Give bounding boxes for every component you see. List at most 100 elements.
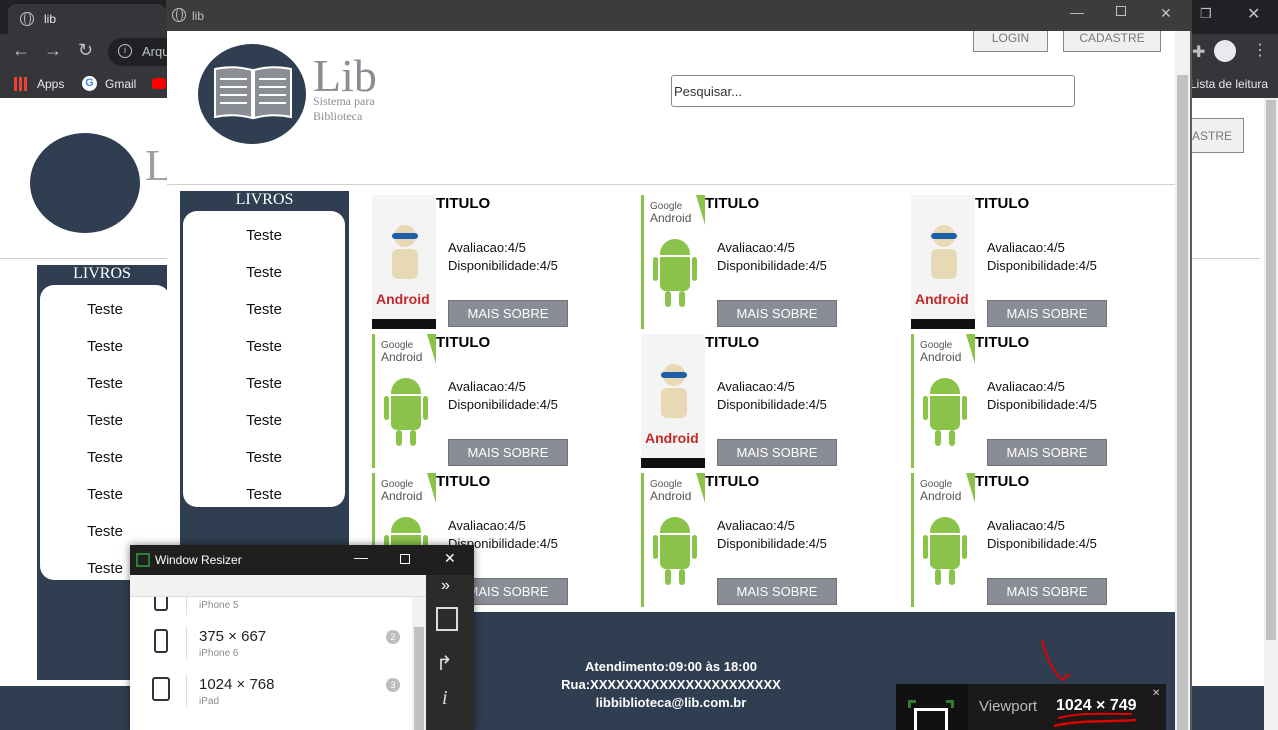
more-info-button[interactable]: MAIS SOBRE (717, 300, 837, 327)
background-sidebar-item[interactable]: Teste (40, 338, 170, 355)
book-title[interactable]: TITULO (975, 334, 1029, 351)
foreground-window-titlebar[interactable]: lib — ✕ (166, 0, 1192, 31)
resizer-scrollbar[interactable] (412, 597, 426, 730)
background-sidebar-item[interactable]: Teste (40, 449, 170, 466)
book-cover-image[interactable]: Android (372, 195, 436, 329)
profile-avatar[interactable] (1214, 40, 1236, 62)
row-divider (186, 597, 187, 615)
more-info-button[interactable]: MAIS SOBRE (987, 300, 1107, 327)
minimize-icon[interactable]: — (1070, 4, 1084, 20)
row-divider (186, 627, 187, 659)
more-info-button[interactable]: MAIS SOBRE (717, 439, 837, 466)
book-title[interactable]: TITULO (705, 473, 759, 490)
cover-android-text: Android (645, 430, 699, 446)
window-resizer-title: Window Resizer (155, 553, 242, 567)
book-availability: Disponibilidade:4/5 (448, 258, 558, 273)
book-cover-image[interactable]: Google Android (641, 473, 705, 607)
bookmark-gmail[interactable]: Gmail (105, 77, 136, 91)
book-title[interactable]: TITULO (436, 195, 490, 212)
red-annotation (1041, 639, 1137, 728)
book-rating: Avaliacao:4/5 (987, 379, 1065, 394)
screen-icon (914, 708, 948, 730)
preset-badge-2: 2 (386, 630, 400, 644)
book-title[interactable]: TITULO (436, 473, 490, 490)
book-rating: Avaliacao:4/5 (448, 518, 526, 533)
book-cover-image[interactable]: Google Android (911, 334, 975, 468)
background-sidebar-list: Teste Teste Teste Teste Teste Teste Test… (40, 285, 170, 580)
row-divider (186, 675, 187, 707)
close-window-icon[interactable]: ✕ (1247, 4, 1260, 24)
book-rating: Avaliacao:4/5 (717, 240, 795, 255)
book-title[interactable]: TITULO (705, 195, 759, 212)
background-sidebar-item[interactable]: Teste (40, 375, 170, 392)
cover-android-text: Android (915, 291, 969, 307)
book-rating: Avaliacao:4/5 (987, 518, 1065, 533)
preset-size-2[interactable]: 375 × 667 (199, 628, 266, 645)
info-icon[interactable]: i (118, 44, 132, 58)
youtube-icon[interactable] (152, 78, 166, 89)
address-bar[interactable]: i Arqu (108, 38, 169, 66)
maximize-icon[interactable] (1116, 6, 1126, 16)
foreground-tab-title: lib (192, 9, 205, 23)
background-sidebar-item[interactable]: Teste (40, 523, 170, 540)
book-availability: Disponibilidade:4/5 (987, 397, 1097, 412)
menu-kebab-icon[interactable]: ⋮ (1252, 40, 1268, 60)
book-title[interactable]: TITULO (975, 473, 1029, 490)
background-scrollbar-thumb[interactable] (1266, 100, 1276, 640)
preset-device-2[interactable]: iPhone 6 (199, 648, 238, 659)
rotate-viewport-icon[interactable] (436, 607, 458, 631)
book-cover-image[interactable]: Android (641, 334, 705, 468)
window-resizer-titlebar[interactable]: Window Resizer — ✕ (130, 545, 474, 575)
more-info-button[interactable]: MAIS SOBRE (448, 300, 568, 327)
forward-icon[interactable]: → (44, 40, 62, 61)
more-info-button[interactable]: MAIS SOBRE (717, 578, 837, 605)
book-cover-image[interactable]: Android (911, 195, 975, 329)
expand-chevrons-icon[interactable]: » (441, 577, 450, 595)
book-rating: Avaliacao:4/5 (448, 240, 526, 255)
reading-list-link[interactable]: Lista de leitura (1190, 77, 1268, 91)
viewport-label: Viewport (979, 698, 1038, 715)
close-icon[interactable]: ✕ (444, 550, 456, 567)
book-availability: Disponibilidade:4/5 (717, 397, 827, 412)
foreground-scrollbar-thumb[interactable] (1177, 75, 1188, 730)
maximize-icon[interactable] (400, 554, 410, 564)
extensions-icon[interactable]: ✚ (1192, 42, 1205, 62)
more-info-button[interactable]: MAIS SOBRE (448, 439, 568, 466)
more-info-button[interactable]: MAIS SOBRE (987, 578, 1107, 605)
book-cover-image[interactable]: Google Android (641, 195, 705, 329)
cover-android-text: Android (376, 291, 430, 307)
preset-device-3[interactable]: iPad (199, 696, 219, 707)
close-icon[interactable]: ✕ (1152, 688, 1160, 699)
info-icon[interactable]: i (442, 687, 448, 710)
preset-size-3[interactable]: 1024 × 768 (199, 676, 275, 693)
book-title[interactable]: TITULO (975, 195, 1029, 212)
background-browser-tab[interactable]: lib (8, 4, 166, 34)
book-cover-image[interactable]: Google Android (911, 473, 975, 607)
book-title[interactable]: TITULO (436, 334, 490, 351)
minimize-icon[interactable]: — (354, 549, 368, 565)
cover-android-title: Android (381, 350, 423, 364)
book-cover-image[interactable]: Google Android (372, 334, 436, 468)
background-sidebar-item[interactable]: Teste (40, 486, 170, 503)
book-availability: Disponibilidade:4/5 (717, 536, 827, 551)
resizer-header-strip (130, 575, 426, 597)
book-rating: Avaliacao:4/5 (448, 379, 526, 394)
close-icon[interactable]: ✕ (1160, 5, 1172, 22)
book-availability: Disponibilidade:4/5 (987, 258, 1097, 273)
more-info-button[interactable]: MAIS SOBRE (987, 439, 1107, 466)
book-title[interactable]: TITULO (705, 334, 759, 351)
bookmark-apps[interactable]: Apps (37, 77, 64, 91)
tablet-icon (152, 677, 170, 701)
book-availability: Disponibilidade:4/5 (448, 397, 558, 412)
reload-icon[interactable]: ↻ (78, 40, 93, 61)
restore-window-icon[interactable]: ❐ (1200, 6, 1212, 22)
back-icon[interactable]: ← (12, 40, 30, 61)
resize-arrow-icon[interactable]: ↱ (436, 651, 453, 676)
resizer-scrollbar-thumb[interactable] (414, 627, 424, 730)
google-icon: G (82, 76, 97, 91)
background-logo (30, 133, 140, 233)
background-sidebar-item[interactable]: Teste (40, 412, 170, 429)
cover-android-title: Android (920, 350, 962, 364)
background-sidebar-item[interactable]: Teste (40, 301, 170, 318)
preset-device-1[interactable]: iPhone 5 (199, 600, 238, 611)
